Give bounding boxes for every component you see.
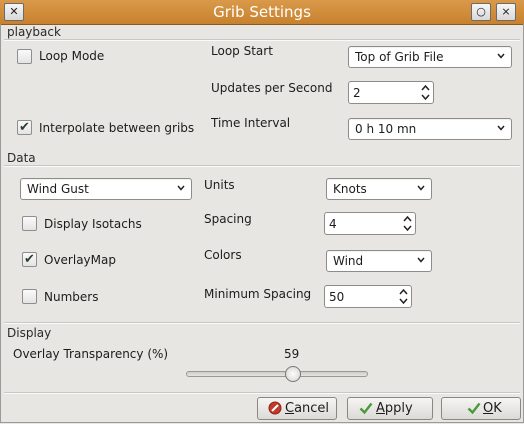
chevron-down-icon [417, 257, 425, 263]
spin-arrows-icon[interactable] [403, 215, 412, 232]
loop-start-value: Top of Grib File [355, 50, 444, 64]
interpolate-checkbox[interactable]: ✔ [17, 120, 32, 135]
updates-per-second-label: Updates per Second [211, 81, 333, 95]
time-interval-value: 0 h 10 mn [355, 122, 417, 136]
display-section-title: Display [7, 326, 52, 340]
chevron-down-icon [417, 185, 425, 191]
data-type-value: Wind Gust [27, 182, 89, 196]
minimum-spacing-value: 50 [329, 290, 345, 304]
units-label: Units [204, 178, 235, 192]
interpolate-label: Interpolate between gribs [39, 121, 195, 135]
overlay-map-checkbox[interactable]: ✔ [22, 252, 37, 267]
display-isotachs-label: Display Isotachs [44, 217, 142, 231]
spin-arrows-icon[interactable] [421, 84, 430, 101]
chevron-down-icon [497, 53, 505, 59]
minimum-spacing-spinbox[interactable]: 50 [324, 285, 412, 308]
updates-per-second-spinbox[interactable]: 2 [348, 81, 434, 104]
shade-icon[interactable]: ○ [471, 3, 491, 21]
window-title: Grib Settings [213, 3, 311, 21]
overlay-transparency-slider[interactable] [186, 371, 368, 377]
display-isotachs-checkbox[interactable] [22, 216, 37, 231]
window-close-icon[interactable]: ⨯ [496, 3, 516, 21]
loop-start-label: Loop Start [211, 44, 273, 58]
numbers-label: Numbers [44, 290, 99, 304]
data-section-title: Data [7, 151, 36, 165]
loop-mode-label: Loop Mode [39, 49, 105, 63]
playback-separator [4, 39, 520, 41]
ok-button[interactable]: OK [441, 397, 521, 420]
overlay-transparency-value: 59 [284, 347, 300, 361]
units-select[interactable]: Knots [326, 178, 432, 200]
spacing-value: 4 [329, 217, 337, 231]
data-type-select[interactable]: Wind Gust [20, 178, 192, 200]
loop-mode-checkbox[interactable] [17, 49, 32, 64]
chevron-down-icon [177, 185, 185, 191]
check-icon [359, 402, 373, 415]
check-icon [467, 402, 481, 415]
minimum-spacing-label: Minimum Spacing [204, 287, 312, 301]
overlay-transparency-label: Overlay Transparency (%) [13, 347, 169, 361]
colors-value: Wind [333, 254, 364, 268]
apply-button[interactable]: Apply [347, 397, 433, 420]
colors-select[interactable]: Wind [326, 250, 432, 272]
buttons-separator [4, 392, 520, 394]
ok-button-label: OK [483, 401, 502, 416]
spacing-label: Spacing [204, 212, 252, 226]
spin-arrows-icon[interactable] [399, 288, 408, 305]
data-separator [4, 165, 520, 167]
cancel-button[interactable]: Cancel [257, 397, 337, 420]
time-interval-label: Time Interval [211, 116, 291, 130]
cancel-icon [268, 401, 282, 415]
overlay-map-label: OverlayMap [44, 253, 116, 267]
loop-start-select[interactable]: Top of Grib File [348, 46, 512, 68]
spacing-spinbox[interactable]: 4 [324, 212, 416, 235]
updates-per-second-value: 2 [353, 86, 361, 100]
numbers-checkbox[interactable] [22, 289, 37, 304]
chevron-down-icon [497, 125, 505, 131]
display-separator [4, 322, 520, 324]
playback-section-title: playback [7, 25, 61, 39]
units-value: Knots [333, 182, 367, 196]
time-interval-select[interactable]: 0 h 10 mn [348, 118, 512, 140]
colors-label: Colors [204, 248, 242, 262]
apply-button-label: Apply [376, 401, 413, 416]
cancel-button-label: Cancel [285, 401, 330, 416]
